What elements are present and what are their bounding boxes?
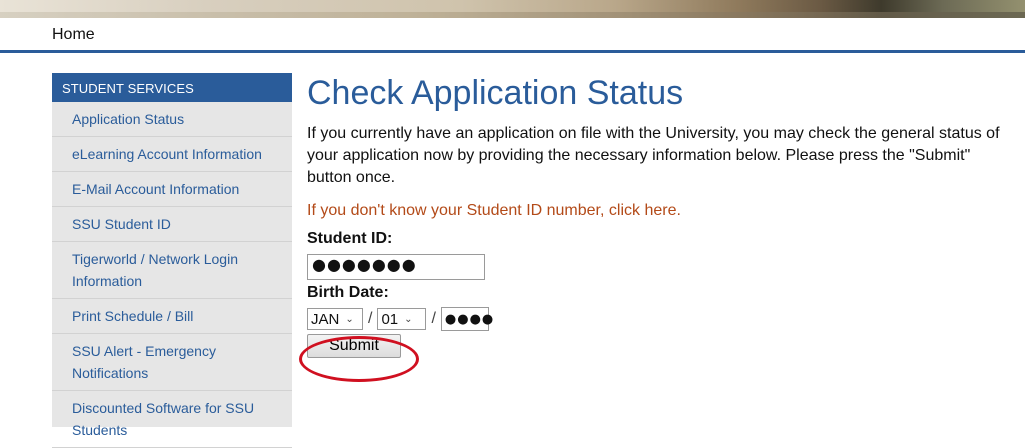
sidebar: STUDENT SERVICES Application Status eLea… (52, 73, 292, 448)
day-select[interactable]: 01 ⌄ (377, 308, 427, 330)
date-separator: / (368, 310, 373, 327)
month-value: JAN (311, 310, 340, 328)
sidebar-item-elearning-account[interactable]: eLearning Account Information (52, 137, 292, 172)
sidebar-menu: Application Status eLearning Account Inf… (52, 102, 292, 448)
birth-date-row: JAN ⌄ / 01 ⌄ / ●●●● (307, 307, 1012, 331)
student-id-help-link[interactable]: If you don't know your Student ID number… (307, 202, 1012, 220)
intro-text: If you currently have an application on … (307, 125, 1000, 186)
chevron-down-icon: ⌄ (345, 313, 354, 325)
student-id-input[interactable]: ●●●●●●● (307, 254, 485, 280)
chevron-down-icon: ⌄ (404, 313, 413, 325)
header-banner-image (0, 0, 1025, 18)
sidebar-item-discounted-software[interactable]: Discounted Software for SSU Students (52, 391, 292, 448)
nav-home-link[interactable]: Home (52, 26, 95, 44)
sidebar-item-print-schedule[interactable]: Print Schedule / Bill (52, 299, 292, 334)
day-value: 01 (381, 310, 399, 328)
sidebar-item-tigerworld-login[interactable]: Tigerworld / Network Login Information (52, 242, 292, 299)
sidebar-heading: STUDENT SERVICES (52, 73, 292, 102)
submit-button[interactable]: Submit (307, 334, 401, 358)
birth-date-label: Birth Date: (307, 284, 389, 301)
date-separator: / (431, 310, 436, 327)
month-select[interactable]: JAN ⌄ (307, 308, 363, 330)
sidebar-item-student-id[interactable]: SSU Student ID (52, 207, 292, 242)
student-id-label: Student ID: (307, 230, 393, 247)
sidebar-item-application-status[interactable]: Application Status (52, 102, 292, 137)
page-title: Check Application Status (307, 74, 684, 112)
sidebar-item-ssu-alert[interactable]: SSU Alert - Emergency Notifications (52, 334, 292, 391)
main-content: Check Application Status If you currentl… (307, 72, 1012, 358)
sidebar-item-email-account[interactable]: E-Mail Account Information (52, 172, 292, 207)
birth-year-input[interactable]: ●●●● (440, 307, 493, 331)
top-navigation: Home (0, 18, 1025, 53)
